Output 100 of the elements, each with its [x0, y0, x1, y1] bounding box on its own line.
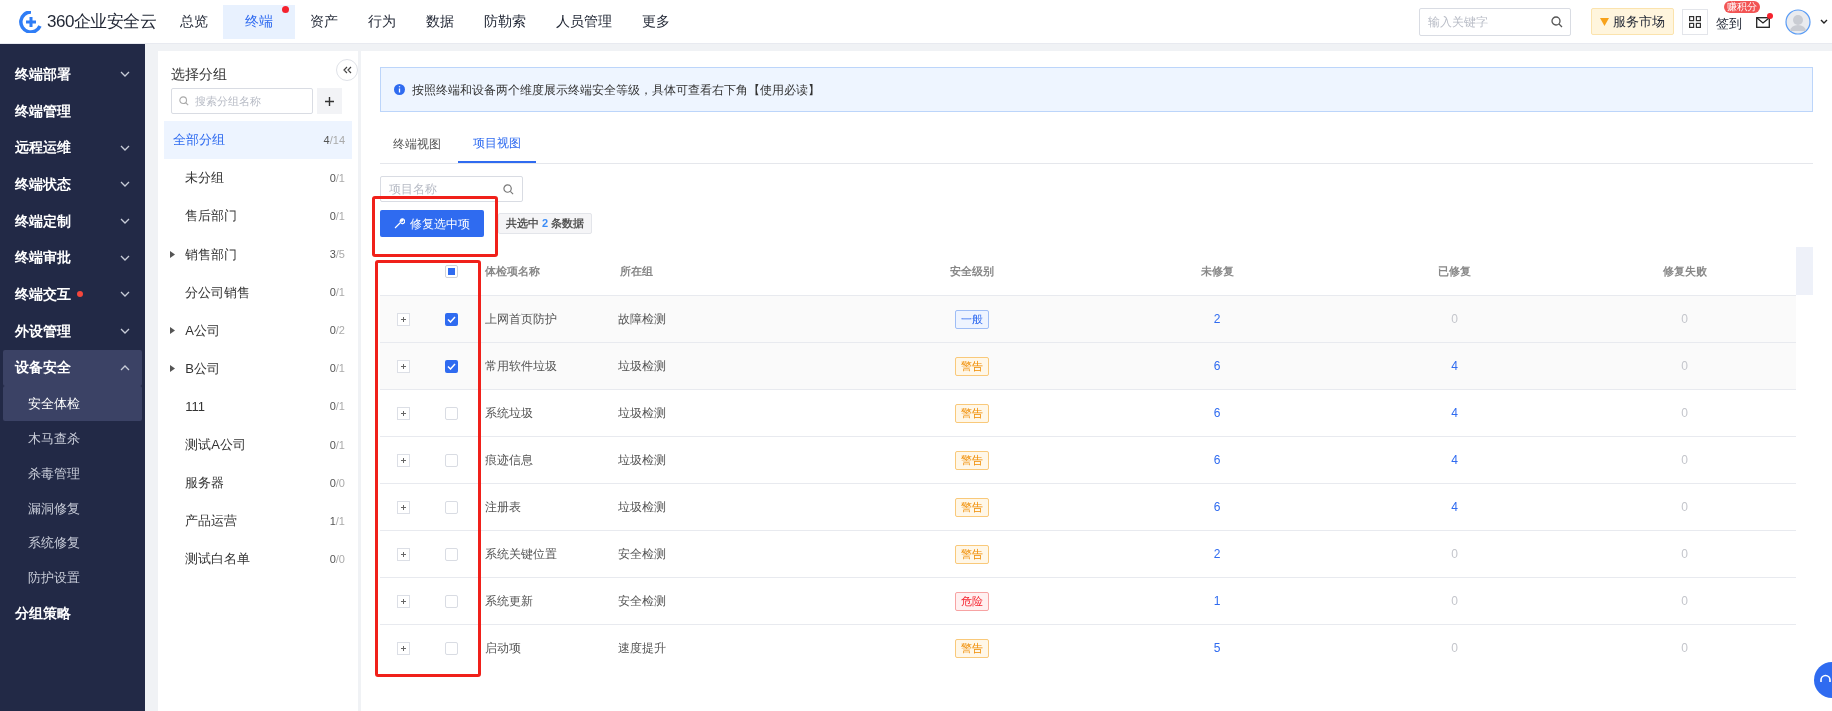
checkbox[interactable] [444, 264, 458, 278]
expand-button[interactable] [396, 594, 410, 608]
group-item[interactable]: 111 [180, 396, 206, 417]
count-link[interactable]: 6 [1213, 498, 1221, 516]
count-link[interactable]: 4 [1451, 451, 1458, 469]
info-icon [394, 84, 405, 95]
expand-button[interactable] [396, 547, 410, 561]
sidebar-item[interactable]: 终端部署 [3, 56, 143, 93]
checkbox[interactable] [444, 406, 458, 420]
sidebar-item[interactable]: 终端审批 [3, 239, 143, 277]
column-header: 未修复 [1200, 263, 1234, 279]
nav-tab[interactable]: 总览 [165, 4, 223, 39]
count-link[interactable]: 4 [1451, 357, 1458, 375]
group-item[interactable]: 服务器 [180, 473, 225, 493]
apps-button[interactable] [1682, 8, 1708, 35]
sidebar-item[interactable]: 远程运维 [3, 129, 143, 167]
view-tab[interactable]: 终端视图 [380, 125, 454, 163]
checkin-link[interactable]: 签到 [1716, 13, 1742, 34]
sidebar-item[interactable]: 终端管理 [3, 92, 143, 130]
nav-tab[interactable]: 资产 [295, 4, 353, 39]
count-link[interactable]: 5 [1213, 639, 1221, 657]
count-link[interactable]: 1 [1213, 592, 1221, 610]
sidebar-item[interactable]: 终端定制 [3, 202, 143, 240]
sidebar-item[interactable]: 分组策略 [3, 595, 143, 633]
group-item[interactable]: 未分组 [180, 168, 225, 188]
nav-tab[interactable]: 人员管理 [541, 4, 627, 39]
checkbox[interactable] [444, 312, 458, 326]
group-item[interactable]: B公司 [180, 358, 220, 379]
table-cell: 垃圾检测 [618, 453, 666, 467]
checkbox[interactable] [444, 641, 458, 655]
group-item[interactable]: 销售部门 [180, 244, 238, 265]
checkbox[interactable] [444, 453, 458, 467]
group-item[interactable]: 测试白名单 [180, 549, 251, 569]
mail-button[interactable] [1756, 16, 1770, 29]
group-item[interactable]: 测试A公司 [180, 435, 246, 455]
expand-button[interactable] [396, 312, 410, 326]
group-item[interactable]: 全部分组 [173, 130, 226, 150]
table-cell: 痕迹信息 [485, 453, 533, 467]
checkbox[interactable] [444, 594, 458, 608]
expand-icon[interactable] [170, 327, 176, 334]
view-tab[interactable]: 项目视图 [458, 125, 536, 163]
sidebar-subitem[interactable]: 系统修复 [3, 525, 143, 561]
plus-icon [400, 598, 406, 604]
table-cell: 上网首页防护 [485, 312, 557, 326]
sidebar-subitem[interactable]: 安全体检 [3, 386, 143, 422]
count-link[interactable]: 2 [1213, 310, 1221, 328]
nav-tab[interactable]: 数据 [411, 4, 469, 39]
avatar-icon[interactable] [1785, 8, 1811, 35]
count-link[interactable]: 6 [1213, 404, 1221, 422]
expand-button[interactable] [396, 453, 410, 467]
plus-icon [400, 551, 406, 557]
group-item[interactable]: 售后部门 [180, 206, 238, 226]
sidebar-item[interactable]: 设备安全 [3, 349, 143, 387]
group-item[interactable]: 产品运营 [180, 511, 238, 531]
expand-button[interactable] [396, 406, 410, 420]
count-link[interactable]: 6 [1213, 451, 1221, 469]
mail-icon [1756, 17, 1770, 28]
sidebar-subitem[interactable]: 漏洞修复 [3, 490, 143, 526]
group-item[interactable]: A公司 [180, 320, 220, 341]
search-icon [503, 184, 514, 195]
expand-button[interactable] [396, 359, 410, 373]
nav-tab[interactable]: 终端 [223, 4, 295, 39]
checkbox[interactable] [444, 500, 458, 514]
nav-tab[interactable]: 防勒索 [469, 4, 541, 39]
sidebar-item[interactable]: 终端交互 [3, 276, 143, 313]
points-badge: 赚积分 [1724, 1, 1760, 13]
checkbox[interactable] [444, 359, 458, 373]
search-field[interactable]: 输入关键字 [1419, 7, 1571, 36]
expand-icon[interactable] [170, 365, 176, 373]
repair-button[interactable]: 修复选中项 [380, 210, 484, 237]
chevron-icon [120, 291, 131, 298]
selection-count: 共选中 2 条数据 [498, 213, 593, 234]
count-link[interactable]: 2 [1213, 545, 1221, 563]
checkbox[interactable] [444, 547, 458, 561]
table-cell-text: 0 [1681, 452, 1688, 469]
search-field[interactable]: 项目名称 [380, 176, 523, 202]
sidebar-subitem[interactable]: 防护设置 [3, 560, 143, 596]
table-cell: 启动项 [485, 641, 521, 655]
market-button[interactable]: 服务市场 [1591, 8, 1674, 35]
count-link[interactable]: 4 [1451, 498, 1458, 516]
expand-icon[interactable] [170, 250, 176, 258]
sidebar-item[interactable]: 外设管理 [3, 312, 143, 350]
sidebar-subitem[interactable]: 木马查杀 [3, 421, 143, 456]
count-link[interactable]: 4 [1451, 404, 1458, 422]
nav-tab[interactable]: 更多 [627, 4, 685, 39]
count-link[interactable]: 6 [1213, 357, 1221, 375]
column-header: 安全级别 [950, 263, 994, 279]
group-count: 0/0 [329, 475, 345, 491]
nav-tab[interactable]: 行为 [353, 4, 411, 39]
sidebar-item[interactable]: 终端状态 [3, 166, 143, 203]
search-field[interactable]: 搜索分组名称 [171, 88, 314, 114]
table-cell: 常用软件垃圾 [485, 359, 557, 373]
sidebar-subitem[interactable]: 杀毒管理 [3, 455, 143, 491]
add-button[interactable] [317, 88, 343, 114]
group-item[interactable]: 分公司销售 [180, 282, 251, 303]
expand-button[interactable] [396, 500, 410, 514]
caret-icon[interactable] [1820, 19, 1828, 24]
expand-button[interactable] [396, 641, 410, 655]
level-tag: 警告 [955, 497, 989, 517]
collapse-button[interactable] [336, 59, 358, 81]
